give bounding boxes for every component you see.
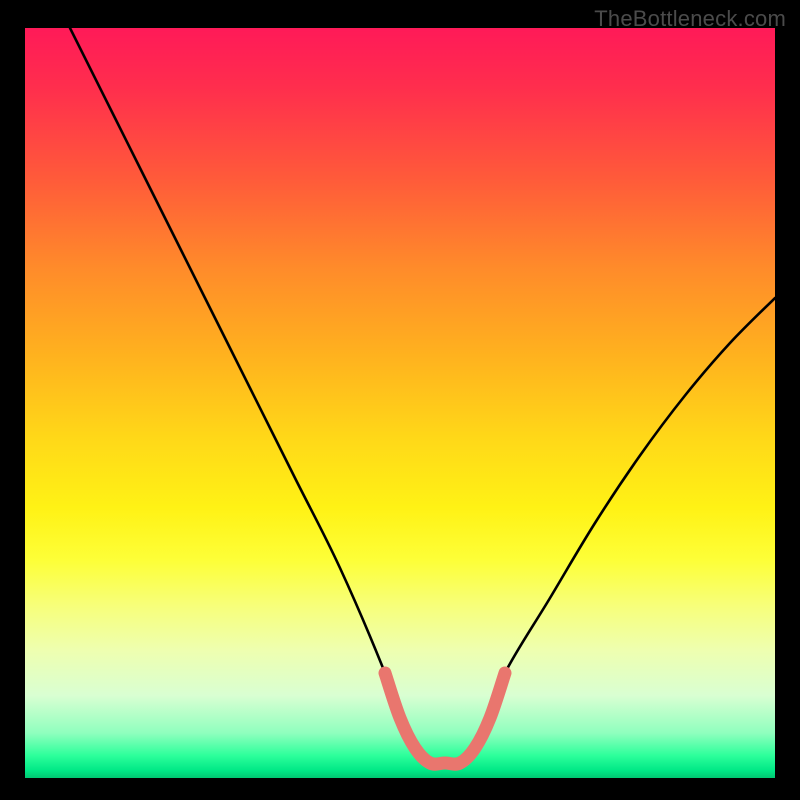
chart-plot-area [25, 28, 775, 778]
bottleneck-curve-line [70, 28, 775, 764]
watermark-text: TheBottleneck.com [594, 6, 786, 32]
chart-svg [25, 28, 775, 778]
optimal-zone-highlight [385, 673, 505, 764]
